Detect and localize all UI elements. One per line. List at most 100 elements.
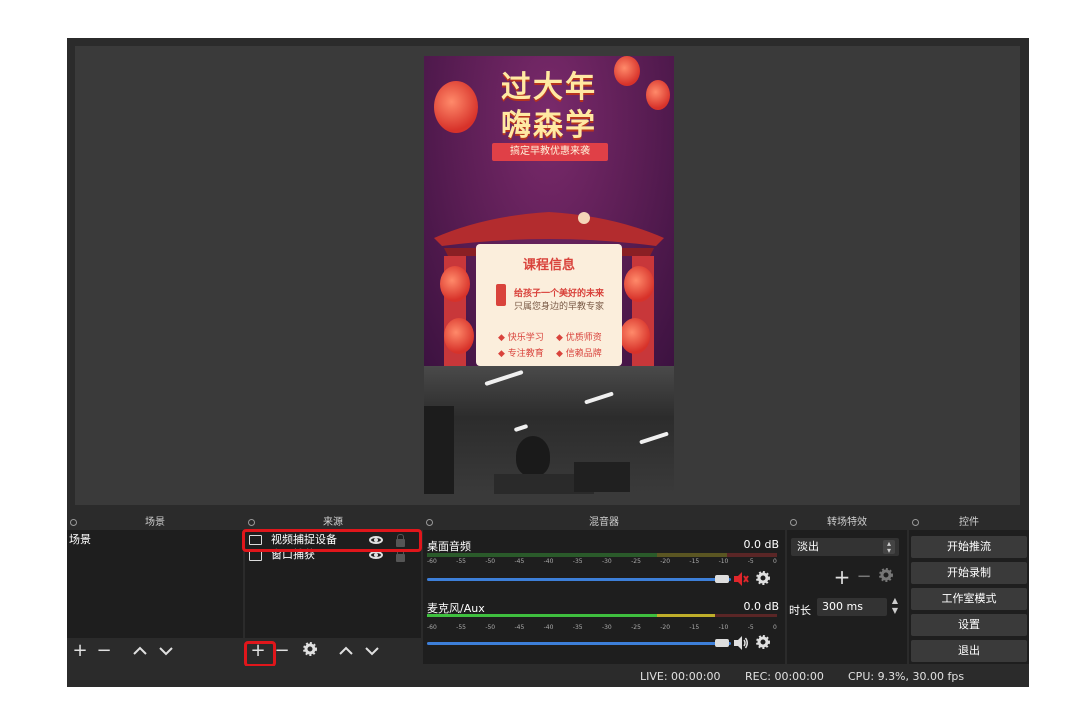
track-db-desktop-audio: 0.0 dB (743, 538, 779, 551)
start-recording-button[interactable]: 开始录制 (911, 562, 1027, 584)
card-tag: ◆ 快乐学习 (498, 333, 544, 343)
move-down-icon[interactable] (361, 640, 383, 662)
lock-icon[interactable] (396, 549, 405, 562)
meter-tick-label: -40 (543, 558, 554, 565)
meter-tick-label: -50 (485, 558, 496, 565)
transition-select[interactable]: 淡出 ▴ ▾ (791, 538, 899, 556)
move-down-icon[interactable] (155, 640, 177, 662)
move-up-icon[interactable] (335, 640, 357, 662)
meter-tick-label: -50 (485, 624, 496, 631)
rec-status: REC: 00:00:00 (745, 670, 824, 683)
speaker-icon[interactable] (733, 635, 749, 651)
poster-title-line2: 嗨森学 (501, 108, 597, 143)
transitions-dock: 转场特效 淡出 ▴ ▾ + − 时长 300 ms ▲ ▼ (787, 516, 907, 664)
poster-image: 过大年 嗨森学 搞定早教优惠来袭 课程信息 给孩子一个美好的未来 只属您身边的早… (424, 56, 674, 366)
ceiling-light (513, 423, 529, 433)
meter-tick-label: -5 (747, 558, 754, 565)
meter-tick-label: -30 (601, 558, 612, 565)
meter-tick-label: -45 (514, 624, 525, 631)
volume-slider[interactable] (427, 642, 731, 645)
meter-tick-label: -25 (631, 624, 641, 631)
meter-tick-label: -20 (660, 624, 671, 631)
controls-body: 开始推流 开始录制 工作室模式 设置 退出 (909, 530, 1029, 664)
card-tag: ◆ 专注教育 (498, 349, 544, 359)
scenes-dock: 场景 场景 + − (67, 516, 243, 664)
start-streaming-button[interactable]: 开始推流 (911, 536, 1027, 558)
dock-float-icon[interactable] (426, 519, 433, 526)
track-settings-gear-icon[interactable] (755, 571, 771, 587)
duration-input[interactable]: 300 ms (817, 598, 887, 616)
card-line1: 给孩子一个美好的未来 (514, 289, 605, 299)
meter-tick-label: 0 (773, 624, 777, 631)
ceiling-light (639, 431, 669, 445)
add-transition-icon[interactable]: + (831, 566, 853, 588)
meter-tick-label: -30 (601, 624, 612, 631)
lantern-icon (440, 266, 470, 302)
meter-tick-label: -55 (456, 558, 466, 565)
transitions-title: 转场特效 (827, 517, 867, 528)
meter-tick-label: -60 (427, 624, 437, 631)
dock-float-icon[interactable] (912, 519, 919, 526)
duration-stepper-icon[interactable]: ▲ ▼ (889, 596, 901, 618)
mixer-title: 混音器 (589, 517, 619, 528)
poster-ribbon: 搞定早教优惠来袭 (492, 143, 608, 161)
meter-tick-label: -35 (572, 624, 583, 631)
mixer-body: 桌面音频 0.0 dB -60 -55 -50 -45 -40 -35 -30 -25 -20-… (423, 530, 785, 664)
controls-header: 控件 (909, 516, 1029, 530)
meter-tick-label: -20 (660, 558, 671, 565)
meter-tick-label: -10 (718, 624, 729, 631)
remove-scene-icon[interactable]: − (93, 640, 115, 662)
lantern-icon (624, 266, 654, 302)
muted-speaker-icon[interactable] (733, 571, 749, 587)
transition-selected: 淡出 (797, 540, 819, 553)
meter-tick-label: -25 (631, 558, 641, 565)
meter-tick-label: -10 (718, 558, 729, 565)
transition-settings-gear-icon[interactable] (875, 566, 897, 588)
exit-button[interactable]: 退出 (911, 640, 1027, 662)
course-info-card: 课程信息 给孩子一个美好的未来 只属您身边的早教专家 ◆ 快乐学习 ◆ 优质师资… (476, 244, 622, 366)
visibility-eye-icon[interactable] (369, 551, 383, 559)
meter-tick-label: -40 (543, 624, 554, 631)
lantern-icon (620, 318, 650, 354)
sources-header: 来源 (245, 516, 421, 530)
card-title: 课程信息 (522, 258, 575, 273)
studio-mode-button[interactable]: 工作室模式 (911, 588, 1027, 610)
controls-dock: 控件 开始推流 开始录制 工作室模式 设置 退出 (909, 516, 1029, 664)
dock-float-icon[interactable] (790, 519, 797, 526)
volume-slider-knob[interactable] (715, 575, 729, 583)
meter-tick-label: -15 (689, 624, 700, 631)
duration-label: 时长 (789, 604, 811, 617)
scenes-title: 场景 (145, 517, 165, 528)
move-up-icon[interactable] (129, 640, 151, 662)
chevron-updown-icon: ▴ ▾ (883, 540, 895, 555)
source-settings-gear-icon[interactable] (299, 640, 321, 662)
meter-tick-label: -60 (427, 558, 437, 565)
highlight-box-add-source (244, 641, 276, 667)
add-scene-icon[interactable]: + (69, 640, 91, 662)
meter-tick-label: -15 (689, 558, 700, 565)
dock-float-icon[interactable] (70, 519, 77, 526)
scenes-toolbar: + − (67, 638, 243, 664)
transitions-header: 转场特效 (787, 516, 907, 530)
card-tag: ◆ 信赖品牌 (556, 349, 602, 359)
preview-canvas[interactable]: 过大年 嗨森学 搞定早教优惠来袭 课程信息 给孩子一个美好的未来 只属您身边的早… (424, 56, 674, 494)
track-name-desktop-audio: 桌面音频 (427, 540, 471, 553)
remove-transition-icon[interactable]: − (853, 566, 875, 588)
ceiling-light (584, 391, 614, 405)
status-bar: LIVE: 00:00:00 REC: 00:00:00 CPU: 9.3%, … (67, 666, 1029, 687)
lantern-icon (444, 318, 474, 354)
settings-button[interactable]: 设置 (911, 614, 1027, 636)
track-settings-gear-icon[interactable] (755, 635, 771, 651)
volume-slider[interactable] (427, 578, 731, 581)
volume-slider-knob[interactable] (715, 639, 729, 647)
camera-feed (424, 366, 674, 494)
person-silhouette (516, 436, 550, 476)
dock-float-icon[interactable] (248, 519, 255, 526)
card-tag: ◆ 优质师资 (556, 333, 602, 343)
meter-tick-label: 0 (773, 558, 777, 565)
level-meter (427, 553, 777, 557)
sources-title: 来源 (323, 517, 343, 528)
scene-item[interactable]: 场景 (69, 532, 91, 548)
cpu-status: CPU: 9.3%, 30.00 fps (848, 670, 965, 683)
meter-scale: -60 -55 -50 -45 -40 -35 -30 -25 -20 -15 -10 -5 0 (427, 558, 777, 566)
